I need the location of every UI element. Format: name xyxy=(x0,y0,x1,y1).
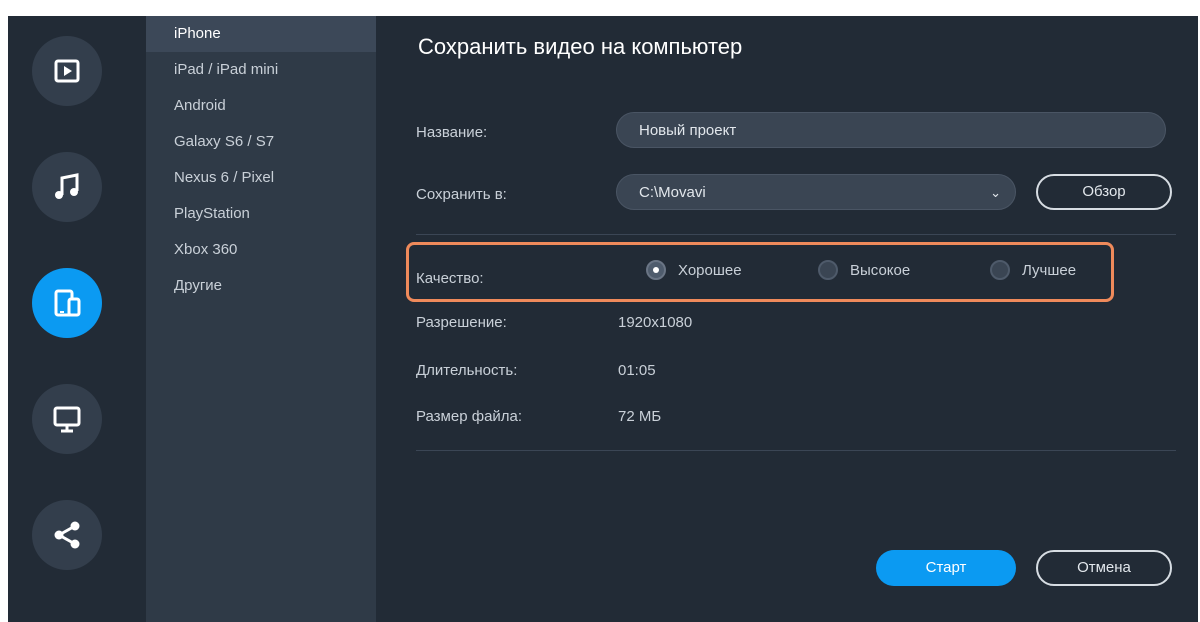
device-item-nexus[interactable]: Nexus 6 / Pixel xyxy=(146,160,376,196)
quality-option-label: Хорошее xyxy=(678,261,742,279)
device-item-android[interactable]: Android xyxy=(146,88,376,124)
quality-label: Качество: xyxy=(416,270,484,287)
duration-value: 01:05 xyxy=(618,362,656,379)
share-icon xyxy=(54,521,80,549)
radio-unchecked-icon xyxy=(818,260,838,280)
devices-tab[interactable] xyxy=(32,268,102,338)
device-item-xbox[interactable]: Xbox 360 xyxy=(146,232,376,268)
device-list: iPhone iPad / iPad mini Android Galaxy S… xyxy=(146,16,376,622)
radio-unchecked-icon xyxy=(990,260,1010,280)
quality-option-label: Высокое xyxy=(850,261,911,279)
devices-icon xyxy=(54,289,81,317)
device-item-iphone[interactable]: iPhone xyxy=(146,16,376,52)
start-button[interactable]: Старт xyxy=(876,550,1016,586)
divider xyxy=(416,234,1176,235)
chevron-down-icon: ⌄ xyxy=(990,185,1001,200)
export-settings-panel: Сохранить видео на компьютер Название: Н… xyxy=(376,16,1198,622)
device-item-playstation[interactable]: PlayStation xyxy=(146,196,376,232)
video-tab[interactable] xyxy=(32,36,102,106)
device-item-galaxy[interactable]: Galaxy S6 / S7 xyxy=(146,124,376,160)
device-item-other[interactable]: Другие xyxy=(146,268,376,304)
export-window: iPhone iPad / iPad mini Android Galaxy S… xyxy=(8,16,1198,622)
monitor-icon xyxy=(53,406,81,433)
filesize-label: Размер файла: xyxy=(416,408,523,425)
tv-tab[interactable] xyxy=(32,384,102,454)
name-label: Название: xyxy=(416,124,488,141)
radio-checked-icon xyxy=(646,260,666,280)
icon-rail xyxy=(8,16,146,622)
duration-label: Длительность: xyxy=(416,362,518,379)
quality-option-high[interactable]: Высокое xyxy=(818,260,910,280)
name-input[interactable]: Новый проект xyxy=(616,112,1166,148)
divider xyxy=(416,450,1176,451)
cancel-button[interactable]: Отмена xyxy=(1036,550,1172,586)
filesize-value: 72 МБ xyxy=(618,408,662,425)
save-to-label: Сохранить в: xyxy=(416,186,507,203)
resolution-value: 1920x1080 xyxy=(618,314,693,331)
music-icon xyxy=(55,173,79,199)
device-item-ipad[interactable]: iPad / iPad mini xyxy=(146,52,376,88)
quality-option-label: Лучшее xyxy=(1022,261,1077,279)
video-icon xyxy=(54,59,80,83)
page-title: Сохранить видео на компьютер xyxy=(418,34,743,59)
audio-tab[interactable] xyxy=(32,152,102,222)
save-to-dropdown[interactable]: C:\Movavi ⌄ xyxy=(616,174,1016,210)
share-tab[interactable] xyxy=(32,500,102,570)
quality-option-good[interactable]: Хорошее xyxy=(646,260,742,280)
browse-button[interactable]: Обзор xyxy=(1036,174,1172,210)
resolution-label: Разрешение: xyxy=(416,314,507,331)
quality-option-best[interactable]: Лучшее xyxy=(990,260,1076,280)
save-to-value: C:\Movavi xyxy=(639,184,706,201)
